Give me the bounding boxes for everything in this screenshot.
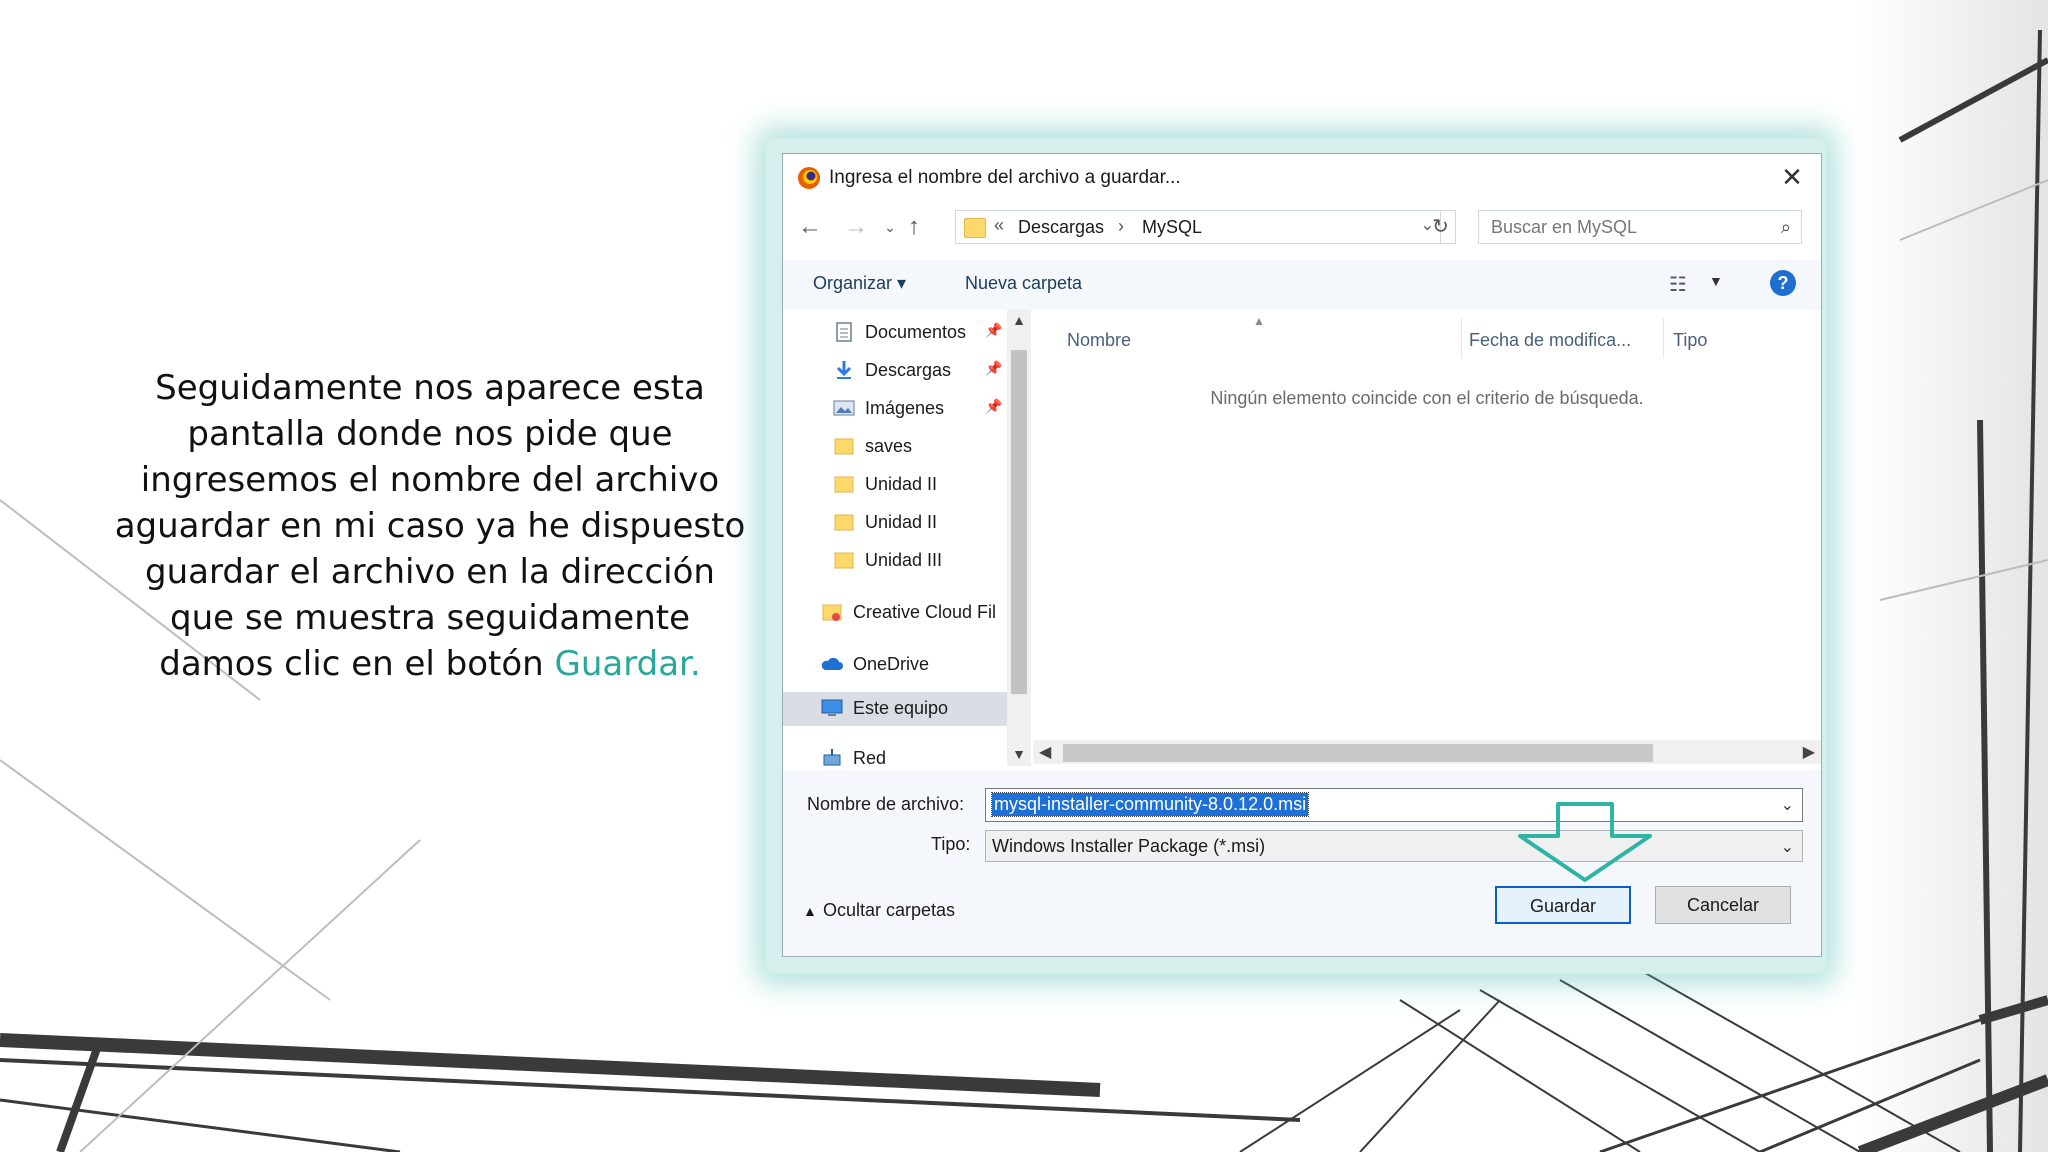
back-arrow-icon[interactable]: ←: [795, 210, 825, 244]
nav-item-este-equipo[interactable]: Este equipo: [783, 692, 1007, 726]
hide-folders-label: Ocultar carpetas: [823, 900, 956, 920]
caption-body: Seguidamente nos aparece esta pantalla d…: [114, 368, 746, 684]
chevron-up-icon: ▲: [803, 903, 817, 919]
cancel-button[interactable]: Cancelar: [1655, 886, 1791, 924]
organize-button[interactable]: Organizar ▾: [813, 273, 906, 294]
creative-cloud-icon: [822, 604, 842, 621]
file-list: ▲ Nombre Fecha de modifica... Tipo Ningú…: [1033, 310, 1821, 770]
scrollbar-thumb[interactable]: [1011, 350, 1027, 694]
breadcrumb-mysql[interactable]: MySQL: [1142, 217, 1202, 238]
pin-icon: 📌: [985, 322, 1003, 338]
nav-item-unidad-ii-2[interactable]: Unidad II: [833, 506, 1003, 540]
computer-icon: [821, 699, 843, 716]
chevron-down-icon[interactable]: ⌄: [1781, 837, 1794, 857]
scroll-down-icon[interactable]: ▼: [1007, 746, 1031, 762]
view-dropdown-icon[interactable]: ▼: [1709, 273, 1723, 289]
document-icon: [836, 322, 852, 342]
nav-label: Red: [853, 748, 887, 768]
column-header-tipo[interactable]: Tipo: [1673, 330, 1707, 351]
firefox-icon: [798, 167, 820, 189]
nav-label: Imágenes: [865, 398, 945, 418]
empty-folder-message: Ningún elemento coincide con el criterio…: [1210, 388, 1644, 408]
hide-folders-toggle[interactable]: ▲ Ocultar carpetas: [803, 900, 955, 921]
folder-icon: [964, 218, 986, 238]
column-header-nombre[interactable]: Nombre: [1067, 330, 1131, 351]
filename-input[interactable]: mysql-installer-community-8.0.12.0.msi ⌄: [985, 788, 1803, 822]
up-arrow-icon[interactable]: ↑: [899, 210, 929, 244]
address-prefix: «: [994, 215, 1005, 235]
nav-item-unidad-ii[interactable]: Unidad II: [833, 468, 1003, 502]
breadcrumb-descargas[interactable]: Descargas: [1018, 217, 1104, 238]
scroll-up-icon[interactable]: ▲: [1007, 312, 1031, 328]
save-button[interactable]: Guardar: [1495, 886, 1631, 924]
folder-icon: [834, 476, 854, 493]
help-icon[interactable]: ?: [1770, 270, 1796, 296]
nav-label: OneDrive: [853, 654, 930, 674]
close-button[interactable]: ✕: [1777, 162, 1807, 192]
download-icon: [836, 361, 852, 379]
address-bar[interactable]: « Descargas › MySQL ⌄: [955, 210, 1441, 244]
scroll-right-icon[interactable]: ▶: [1803, 742, 1815, 762]
search-placeholder: Buscar en MySQL: [1491, 217, 1638, 237]
scroll-left-icon[interactable]: ◀: [1039, 742, 1051, 762]
scrollbar-thumb[interactable]: [1063, 744, 1653, 762]
save-dialog: Ingresa el nombre del archivo a guardar.…: [782, 153, 1822, 957]
new-folder-button[interactable]: Nueva carpeta: [965, 273, 1082, 294]
nav-label: saves: [865, 436, 913, 456]
nav-item-unidad-iii[interactable]: Unidad III: [833, 544, 1003, 578]
nav-label: Descargas: [865, 360, 952, 380]
title-bar: Ingresa el nombre del archivo a guardar.…: [783, 154, 1821, 200]
dialog-title: Ingresa el nombre del archivo a guardar.…: [829, 167, 1181, 188]
nav-pane-scrollbar[interactable]: ▲ ▼: [1007, 310, 1031, 766]
pin-icon: 📌: [985, 398, 1003, 414]
caption-text: Seguidamente nos aparece esta pantalla d…: [110, 365, 750, 687]
nav-label: Este equipo: [853, 698, 949, 718]
file-list-horizontal-scrollbar[interactable]: ◀ ▶: [1033, 740, 1821, 764]
pin-icon: 📌: [985, 360, 1003, 376]
folder-icon: [834, 438, 854, 455]
forward-arrow-icon[interactable]: →: [841, 210, 871, 244]
nav-item-descargas[interactable]: Descargas 📌: [833, 354, 1003, 388]
nav-label: Unidad II: [865, 474, 938, 494]
column-header-fecha[interactable]: Fecha de modifica...: [1469, 330, 1631, 351]
nav-item-creative-cloud[interactable]: Creative Cloud Fil: [821, 596, 1007, 630]
breadcrumb-separator: ›: [1118, 216, 1124, 236]
caption-highlight: Guardar.: [554, 644, 701, 684]
nav-label: Documentos: [865, 322, 967, 342]
nav-label: Unidad III: [865, 550, 943, 570]
nav-label: Unidad II: [865, 512, 938, 532]
file-type-value: Windows Installer Package (*.msi): [992, 836, 1266, 856]
pictures-icon: [833, 400, 855, 416]
nav-item-saves[interactable]: saves: [833, 430, 1003, 464]
filename-label: Nombre de archivo:: [807, 794, 965, 814]
sort-ascending-icon: ▲: [1253, 314, 1265, 328]
view-options-icon[interactable]: ☷: [1669, 272, 1687, 297]
nav-item-imagenes[interactable]: Imágenes 📌: [833, 392, 1003, 426]
command-bar: Organizar ▾ Nueva carpeta ☷ ▼ ?: [783, 260, 1821, 310]
navigation-pane: Documentos 📌 Descargas 📌 Imágenes 📌 save…: [783, 310, 1031, 770]
folder-icon: [834, 514, 854, 531]
file-type-select[interactable]: Windows Installer Package (*.msi) ⌄: [985, 830, 1803, 862]
search-icon[interactable]: ⌕: [1781, 217, 1791, 238]
nav-label: Creative Cloud Fil: [853, 602, 997, 622]
nav-item-documentos[interactable]: Documentos 📌: [833, 316, 1003, 350]
refresh-icon[interactable]: ↻: [1426, 210, 1456, 244]
chevron-down-icon[interactable]: ⌄: [1781, 795, 1794, 815]
network-icon: [823, 749, 841, 766]
column-divider[interactable]: [1663, 318, 1664, 358]
column-divider[interactable]: [1461, 318, 1462, 358]
search-input[interactable]: Buscar en MySQL ⌕: [1478, 210, 1802, 244]
onedrive-cloud-icon: [821, 657, 843, 670]
filename-value[interactable]: mysql-installer-community-8.0.12.0.msi: [990, 792, 1310, 817]
folder-icon: [834, 552, 854, 569]
dialog-footer: Nombre de archivo: mysql-installer-commu…: [783, 770, 1821, 956]
pointer-arrow-icon: [1518, 802, 1652, 882]
nav-item-onedrive[interactable]: OneDrive: [821, 648, 1007, 682]
navigation-row: ← → ⌄ ↑ « Descargas › MySQL ⌄ ↻ Buscar e…: [783, 208, 1821, 248]
type-label: Tipo:: [931, 834, 971, 854]
